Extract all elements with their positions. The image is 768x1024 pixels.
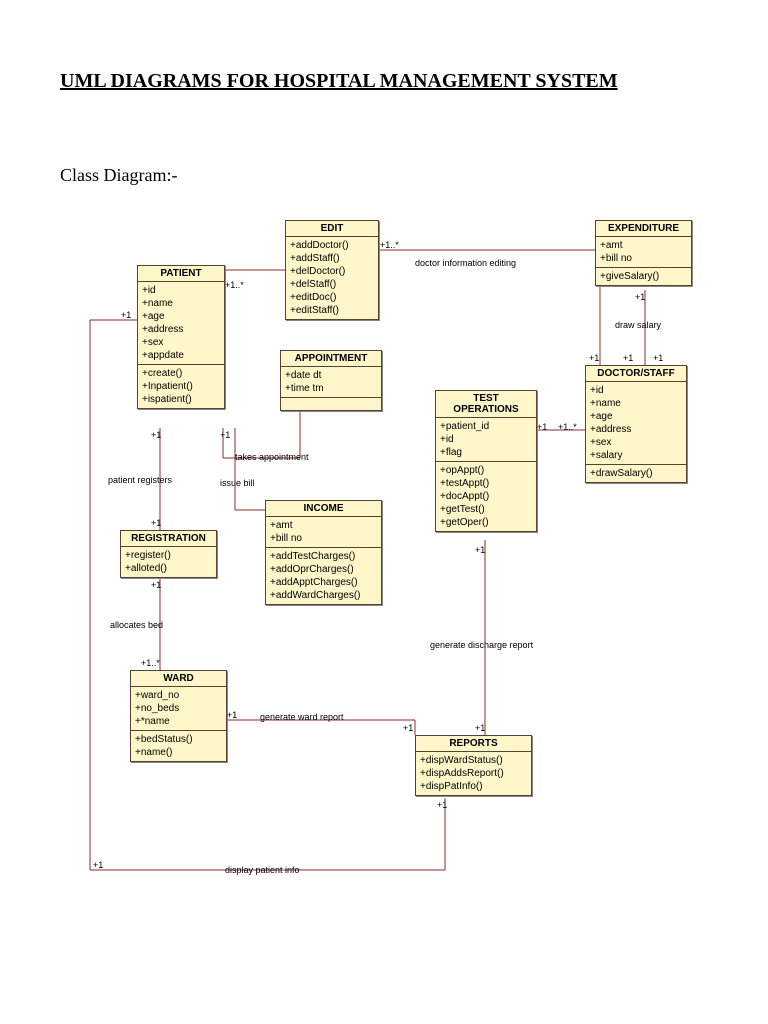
class-title: REPORTS <box>416 736 531 752</box>
class-title: EXPENDITURE <box>596 221 691 237</box>
mult: +1 <box>93 860 103 870</box>
mult: +1 <box>537 422 547 432</box>
subtitle: Class Diagram:- <box>60 165 177 186</box>
class-title: APPOINTMENT <box>281 351 381 367</box>
mult: +1 <box>475 545 485 555</box>
class-ops: +dispWardStatus() +dispAddsReport() +dis… <box>416 752 531 795</box>
class-ops: +addDoctor() +addStaff() +delDoctor() +d… <box>286 237 378 319</box>
class-attrs: +amt +bill no <box>266 517 381 548</box>
mult: +1 <box>403 723 413 733</box>
mult: +1 <box>635 292 645 302</box>
label-generate-discharge-report: generate discharge report <box>430 640 533 650</box>
class-title: REGISTRATION <box>121 531 216 547</box>
class-attrs: +id +name +age +address +sex +salary <box>586 382 686 465</box>
class-reports: REPORTS +dispWardStatus() +dispAddsRepor… <box>415 735 532 796</box>
class-ops: +giveSalary() <box>596 268 691 285</box>
mult: +1 <box>151 430 161 440</box>
mult: +1 <box>437 800 447 810</box>
class-ops: +create() +Inpatient() +ispatient() <box>138 365 224 408</box>
class-test-operations: TEST OPERATIONS +patient_id +id +flag +o… <box>435 390 537 532</box>
class-ops: +drawSalary() <box>586 465 686 482</box>
class-edit: EDIT +addDoctor() +addStaff() +delDoctor… <box>285 220 379 320</box>
label-display-patient-info: display patient info <box>225 865 300 875</box>
mult: +1 <box>475 723 485 733</box>
mult: +1 <box>227 710 237 720</box>
mult: +1 <box>623 353 633 363</box>
class-doctor-staff: DOCTOR/STAFF +id +name +age +address +se… <box>585 365 687 483</box>
label-takes-appointment: takes appointment <box>235 452 309 462</box>
mult: +1..* <box>141 658 160 668</box>
mult: +1 <box>151 518 161 528</box>
mult: +1 <box>151 580 161 590</box>
mult: +1 <box>653 353 663 363</box>
class-ops: +addTestCharges() +addOprCharges() +addA… <box>266 548 381 604</box>
class-title: DOCTOR/STAFF <box>586 366 686 382</box>
mult: +1 <box>121 310 131 320</box>
label-doctor-info-editing: doctor information editing <box>415 258 516 268</box>
mult: +1..* <box>225 280 244 290</box>
label-issue-bill: issue bill <box>220 478 255 488</box>
class-attrs: +date dt +time tm <box>281 367 381 398</box>
class-ops: +register() +alloted() <box>121 547 216 577</box>
label-patient-registers: patient registers <box>108 475 172 485</box>
class-registration: REGISTRATION +register() +alloted() <box>120 530 217 578</box>
class-ops: +opAppt() +testAppt() +docAppt() +getTes… <box>436 462 536 531</box>
page-title: UML DIAGRAMS FOR HOSPITAL MANAGEMENT SYS… <box>60 70 618 93</box>
class-attrs: +patient_id +id +flag <box>436 418 536 462</box>
class-attrs: +amt +bill no <box>596 237 691 268</box>
class-ops <box>281 398 381 410</box>
class-title: PATIENT <box>138 266 224 282</box>
mult: +1 <box>589 353 599 363</box>
mult: +1 <box>220 430 230 440</box>
class-attrs: +id +name +age +address +sex +appdate <box>138 282 224 365</box>
mult: +1..* <box>380 240 399 250</box>
label-generate-ward-report: generate ward report <box>260 712 344 722</box>
class-expenditure: EXPENDITURE +amt +bill no +giveSalary() <box>595 220 692 286</box>
class-title: TEST OPERATIONS <box>436 391 536 418</box>
class-diagram: PATIENT +id +name +age +address +sex +ap… <box>55 210 715 930</box>
mult: +1..* <box>558 422 577 432</box>
class-title: EDIT <box>286 221 378 237</box>
class-title: INCOME <box>266 501 381 517</box>
class-ops: +bedStatus() +name() <box>131 731 226 761</box>
class-attrs: +ward_no +no_beds +*name <box>131 687 226 731</box>
class-income: INCOME +amt +bill no +addTestCharges() +… <box>265 500 382 605</box>
class-ward: WARD +ward_no +no_beds +*name +bedStatus… <box>130 670 227 762</box>
class-appointment: APPOINTMENT +date dt +time tm <box>280 350 382 411</box>
label-allocates-bed: allocates bed <box>110 620 163 630</box>
class-title: WARD <box>131 671 226 687</box>
label-draw-salary: draw salary <box>615 320 661 330</box>
class-patient: PATIENT +id +name +age +address +sex +ap… <box>137 265 225 409</box>
